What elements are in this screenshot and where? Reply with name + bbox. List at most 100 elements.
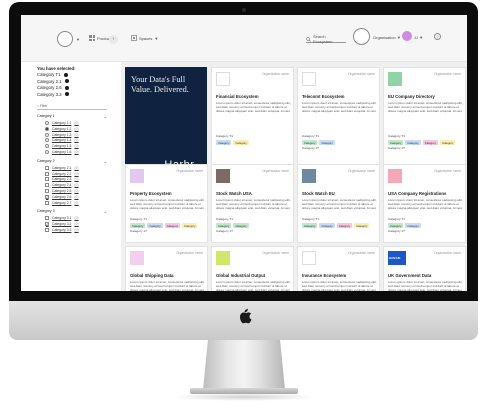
checkbox[interactable]	[45, 165, 49, 170]
logo-placeholder[interactable]	[57, 31, 73, 47]
option-label: Category 2.5	[52, 189, 72, 193]
product-card[interactable]: Organisation name Global Industrial Outpu…	[211, 246, 294, 291]
category-tag[interactable]: Category	[405, 223, 421, 228]
category-tag[interactable]: Category	[147, 223, 163, 228]
selected-chip[interactable]: Category 2.6	[37, 85, 69, 90]
user-menu[interactable]: JJ ▼	[414, 35, 423, 40]
organisation-label: Organisation	[373, 35, 396, 40]
remove-icon[interactable]	[64, 79, 69, 83]
category-option[interactable]: ✓ Category 3.2 (0)	[45, 222, 79, 227]
radio-button[interactable]	[45, 126, 49, 131]
product-card[interactable]: Organisation name Insurance Ecosystem Lore…	[297, 246, 380, 291]
category-option[interactable]: Category 1.6 (0)	[45, 150, 79, 154]
category-group-header[interactable]: Category 1 ⌄	[37, 114, 107, 119]
radio-button[interactable]	[45, 150, 49, 154]
category-option[interactable]: Category 3.3 (0)	[45, 228, 79, 232]
selected-chip[interactable]: Category 2.1	[37, 79, 69, 84]
selected-chip[interactable]: Category 3.2	[37, 92, 69, 97]
option-label: Category 1.1	[52, 121, 72, 125]
product-card[interactable]: Organisation name Stock Watch EU Lorem ips…	[297, 164, 380, 243]
product-description: Lorem ipsum dolor sit amet, consectetur …	[302, 101, 377, 114]
category-tag[interactable]: Category	[440, 140, 456, 145]
product-card[interactable]: GOV.UK Organisation name UK Government Dat…	[383, 246, 466, 291]
selected-chip[interactable]: Category T1	[37, 72, 68, 77]
filter-input[interactable]: ⌕ Filter	[37, 104, 107, 110]
avatar[interactable]	[402, 31, 412, 41]
category-tag[interactable]: Category	[422, 140, 439, 145]
category-tag[interactable]: Category	[336, 223, 353, 228]
checkbox[interactable]	[45, 200, 49, 205]
category-option[interactable]: Category 1.3 (0)	[45, 132, 79, 137]
remove-icon[interactable]	[64, 92, 69, 96]
category-tag[interactable]: Category	[216, 223, 232, 228]
radio-button[interactable]	[45, 144, 49, 149]
checkbox[interactable]	[45, 216, 49, 221]
checkbox[interactable]: ✓	[45, 194, 49, 199]
category-option[interactable]: ✓ Category 2.6 (0)	[45, 194, 79, 199]
category-tag[interactable]: Category	[354, 223, 370, 228]
product-thumbnail	[130, 251, 144, 265]
organisation-logo[interactable]	[353, 28, 370, 45]
category-tag[interactable]: Category	[302, 140, 318, 145]
product-card[interactable]: Organisation name USA Company Registratio…	[383, 164, 466, 243]
option-count: (0)	[74, 194, 79, 199]
category-tag[interactable]: Category	[164, 223, 181, 228]
remove-icon[interactable]	[64, 85, 69, 90]
checkbox[interactable]	[45, 177, 49, 182]
category-tag[interactable]: Category	[319, 140, 335, 145]
category-option[interactable]: Category 1.2 (0)	[45, 126, 79, 131]
checkbox[interactable]	[45, 183, 49, 188]
category-tag[interactable]: Category	[319, 223, 335, 228]
category-option[interactable]: Category 1.5 (0)	[45, 144, 79, 149]
help-icon[interactable]: ?	[434, 33, 441, 40]
checkbox[interactable]	[45, 171, 49, 176]
tag-list: Category Category Category Category	[302, 223, 370, 228]
radio-button[interactable]	[45, 121, 49, 125]
nav-spaces[interactable]: Spaces ▼	[131, 35, 158, 41]
organisation-menu[interactable]: Organisation ▼	[373, 35, 401, 40]
category-tag[interactable]: Category	[388, 223, 404, 228]
category-group-header[interactable]: Category 2 ⌄	[37, 159, 107, 164]
product-description: Lorem ipsum dolor sit amet, consectetur …	[388, 198, 463, 211]
radio-button[interactable]	[45, 138, 49, 143]
product-card[interactable]: Organisation name Property Ecosystem Lorem…	[125, 164, 208, 243]
category-tag[interactable]: Category	[233, 140, 249, 145]
category-tag[interactable]: Category	[130, 223, 146, 228]
category-option[interactable]: Category 2.1 (0)	[45, 165, 79, 170]
category-option[interactable]: Category 1.1 (0)	[45, 121, 79, 125]
category-group-header[interactable]: Category 3 ⌄	[37, 209, 107, 214]
category-tag[interactable]: Category	[405, 140, 421, 145]
chevron-down-icon[interactable]: ⌄	[104, 159, 107, 164]
radio-button[interactable]	[45, 132, 49, 137]
organisation-name: Organisation name	[434, 72, 461, 76]
category-option[interactable]: Category 2.4 (0)	[45, 183, 79, 188]
product-card[interactable]: Organisation name Stock Watch USA Lorem ip…	[211, 164, 294, 243]
product-description: Lorem ipsum dolor sit amet, consectetur …	[216, 280, 291, 291]
category-tag[interactable]: Category	[302, 223, 318, 228]
product-card[interactable]: Organisation name Global Shipping Data Lor…	[125, 246, 208, 291]
chevron-down-icon[interactable]: ▼	[76, 37, 80, 42]
chevron-down-icon[interactable]: ⌄	[104, 209, 107, 214]
search-input[interactable]: Search Ecosystem	[306, 34, 346, 44]
category-option[interactable]: Category 2.3 (0)	[45, 177, 79, 182]
category-option[interactable]: Category 2.5 (0)	[45, 189, 79, 193]
category-option[interactable]: Category 1.4 (0)	[45, 138, 79, 143]
option-label: Category 2.6	[52, 194, 72, 199]
category-tag[interactable]: Category	[233, 223, 249, 228]
category-option[interactable]: Category 2.2 (0)	[45, 171, 79, 176]
checkbox[interactable]: ✓	[45, 222, 49, 227]
tag-list: Category Category	[216, 223, 249, 228]
category-tag[interactable]: Category	[216, 140, 232, 145]
remove-icon[interactable]	[63, 72, 68, 77]
checkbox[interactable]	[45, 228, 49, 232]
category-tag[interactable]: Category	[388, 140, 404, 145]
chevron-down-icon[interactable]: ⌄	[104, 114, 107, 119]
product-category: Category T1	[302, 134, 319, 138]
collapse-sidebar-button[interactable]: ‹	[109, 35, 118, 44]
option-label: Category 2.7	[52, 200, 72, 205]
checkbox[interactable]	[45, 189, 49, 193]
category-tag[interactable]: Category	[182, 223, 198, 228]
product-description: Lorem ipsum dolor sit amet, consectetur …	[216, 198, 291, 211]
category-option[interactable]: Category 2.7 (0)	[45, 200, 79, 205]
category-option[interactable]: Category 3.1 (0)	[45, 216, 79, 221]
